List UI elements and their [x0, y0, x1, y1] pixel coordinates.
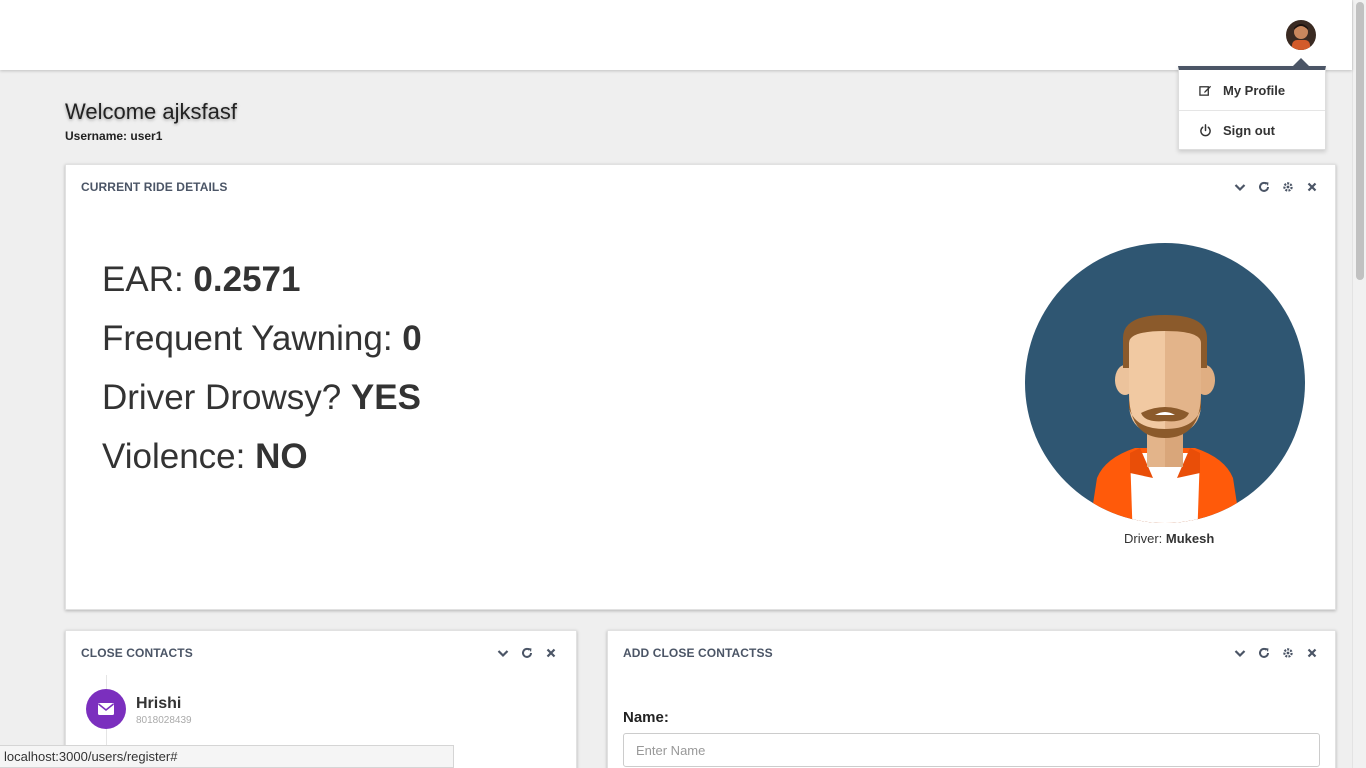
- drowsy-stat: Driver Drowsy? YES: [102, 378, 421, 418]
- page-scrollbar[interactable]: [1352, 0, 1366, 768]
- yawning-label: Frequent Yawning:: [102, 319, 403, 358]
- name-input[interactable]: [623, 733, 1320, 767]
- sign-out-menu-item[interactable]: Sign out: [1179, 110, 1325, 150]
- panel-title: ADD CLOSE CONTACTSS: [623, 646, 773, 660]
- driver-name: Mukesh: [1165, 531, 1215, 546]
- panel-title: CLOSE CONTACTS: [81, 646, 193, 660]
- panel-toolbar: [1233, 180, 1319, 194]
- driver-label: Driver:: [1124, 531, 1166, 546]
- contact-mail-badge: [86, 689, 126, 729]
- drowsy-label: Driver Drowsy?: [102, 378, 351, 417]
- welcome-title: Welcome ajksfasf: [65, 99, 237, 124]
- browser-status-url: localhost:3000/users/register#: [0, 745, 454, 768]
- yawning-value: 0: [402, 319, 422, 358]
- ear-stat: EAR: 0.2571: [102, 260, 300, 300]
- close-icon[interactable]: [1305, 646, 1319, 660]
- panel-toolbar: [496, 646, 558, 660]
- driver-avatar-illustration: [1025, 243, 1305, 523]
- violence-value: NO: [255, 437, 308, 476]
- name-field-label: Name:: [623, 709, 669, 726]
- ear-label: EAR:: [102, 260, 194, 299]
- user-avatar-icon: [1286, 20, 1316, 50]
- refresh-icon[interactable]: [1257, 646, 1271, 660]
- ear-value: 0.2571: [193, 260, 301, 299]
- contact-phone: 8018028439: [136, 715, 192, 726]
- envelope-icon: [98, 703, 114, 715]
- collapse-chevron-icon[interactable]: [496, 646, 510, 660]
- violence-label: Violence:: [102, 437, 256, 476]
- violence-stat: Violence: NO: [102, 437, 308, 477]
- collapse-chevron-icon[interactable]: [1233, 646, 1247, 660]
- settings-gear-icon[interactable]: [1281, 180, 1295, 194]
- yawning-stat: Frequent Yawning: 0: [102, 319, 422, 359]
- current-ride-panel: CURRENT RIDE DETAILS EAR: 0.2571 Frequen…: [65, 164, 1336, 610]
- my-profile-label: My Profile: [1223, 82, 1286, 98]
- profile-dropdown-menu: My Profile Sign out: [1178, 58, 1326, 150]
- refresh-icon[interactable]: [520, 646, 534, 660]
- add-close-contacts-panel: ADD CLOSE CONTACTSS Name:: [607, 630, 1336, 768]
- contact-name: Hrishi: [136, 695, 182, 712]
- panel-title: CURRENT RIDE DETAILS: [81, 180, 228, 194]
- sign-out-label: Sign out: [1223, 123, 1275, 138]
- settings-gear-icon[interactable]: [1281, 646, 1295, 660]
- scrollbar-thumb[interactable]: [1356, 2, 1364, 280]
- refresh-icon[interactable]: [1257, 180, 1271, 194]
- username-text: Username: user1: [65, 129, 163, 143]
- power-icon: [1199, 124, 1223, 137]
- welcome-section: Welcome ajksfasf Username: user1: [65, 99, 237, 143]
- user-avatar[interactable]: [1286, 20, 1316, 50]
- close-icon[interactable]: [544, 646, 558, 660]
- driver-caption: Driver: Mukesh: [1124, 531, 1214, 546]
- dropdown-caret: [1293, 58, 1309, 66]
- top-navbar: [0, 0, 1352, 70]
- edit-icon: [1199, 84, 1223, 97]
- my-profile-menu-item[interactable]: My Profile: [1179, 70, 1325, 110]
- panel-toolbar: [1233, 646, 1319, 660]
- drowsy-value: YES: [350, 378, 421, 417]
- collapse-chevron-icon[interactable]: [1233, 180, 1247, 194]
- close-icon[interactable]: [1305, 180, 1319, 194]
